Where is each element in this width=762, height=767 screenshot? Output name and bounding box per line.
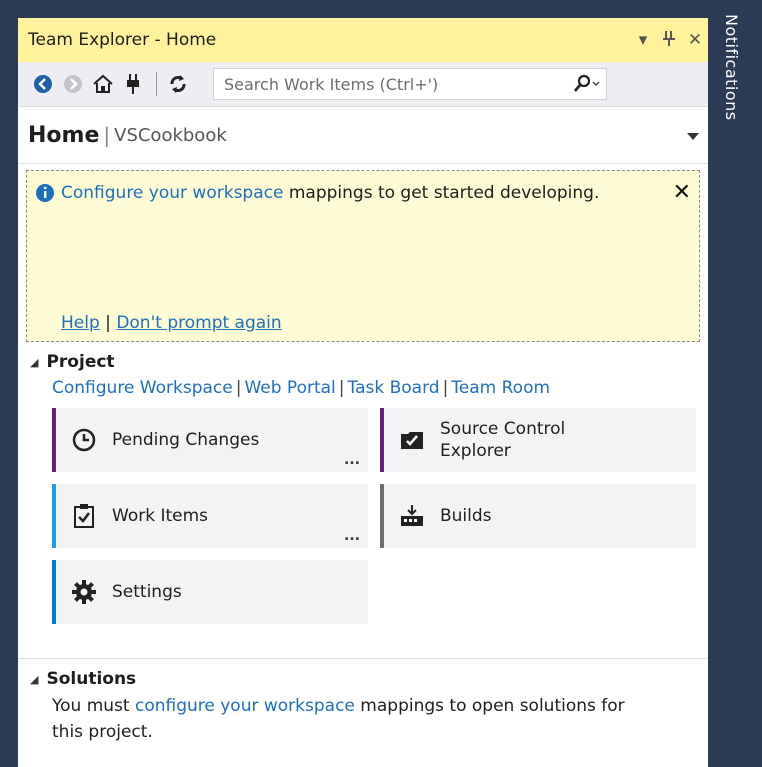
window-dropdown-icon[interactable]: ▾: [630, 30, 656, 50]
tile-label: Builds: [440, 506, 492, 526]
connect-plug-icon[interactable]: [120, 71, 146, 97]
close-icon[interactable]: ✕: [682, 30, 708, 50]
web-portal-link[interactable]: Web Portal: [244, 378, 335, 398]
tile-builds[interactable]: Builds: [380, 484, 696, 548]
project-heading: Project: [46, 352, 115, 372]
window-frame-top: [0, 0, 708, 18]
search-box: [213, 68, 607, 100]
notice-links: Help | Don't prompt again: [61, 309, 282, 337]
project-links: Configure Workspace | Web Portal | Task Boar…: [52, 378, 708, 398]
collapse-triangle-icon[interactable]: ◢: [30, 673, 38, 686]
notice-close-button[interactable]: ✕: [673, 179, 691, 207]
notifications-label: Notifications: [722, 14, 741, 121]
tile-source-control-explorer[interactable]: Source Control Explorer: [380, 408, 696, 472]
page-dropdown-icon[interactable]: [678, 126, 708, 145]
tile-label: Pending Changes: [112, 430, 260, 450]
solutions-heading: Solutions: [46, 669, 137, 689]
build-icon: [384, 504, 440, 528]
more-options-button[interactable]: ...: [344, 528, 360, 544]
tile-settings[interactable]: Settings: [52, 560, 368, 624]
toolbar-separator: [156, 72, 157, 96]
notice-link-separator: |: [105, 313, 111, 333]
link-separator: |: [235, 378, 242, 398]
configure-workspace-link[interactable]: Configure your workspace: [61, 183, 283, 203]
team-explorer-panel: Team Explorer - Home ▾ ✕ Ho: [18, 18, 708, 767]
title-separator: |: [103, 123, 111, 147]
page-header: Home | VSCookbook: [18, 107, 708, 164]
window-frame-left: [0, 0, 18, 767]
window-title: Team Explorer - Home: [28, 30, 217, 50]
refresh-icon[interactable]: [165, 71, 191, 97]
clock-icon: [56, 428, 112, 452]
home-icon[interactable]: [90, 71, 116, 97]
tile-label: Work Items: [112, 506, 209, 526]
page-title[interactable]: Home: [28, 123, 99, 148]
solutions-section-header[interactable]: ◢ Solutions: [30, 669, 708, 689]
team-room-link[interactable]: Team Room: [451, 378, 550, 398]
tile-work-items[interactable]: Work Items ...: [52, 484, 368, 548]
link-separator: |: [338, 378, 345, 398]
search-icon[interactable]: [568, 69, 606, 99]
link-separator: |: [442, 378, 449, 398]
configure-workspace-link-2[interactable]: Configure Workspace: [52, 378, 233, 398]
workspace-notice: ✕ Configure your workspace mappings to g…: [26, 170, 700, 342]
tile-label: Source Control Explorer: [440, 419, 566, 461]
collapse-triangle-icon[interactable]: ◢: [30, 356, 38, 369]
project-tiles: Pending Changes ... Source Control Explo…: [52, 408, 708, 624]
info-icon: [35, 183, 55, 212]
pin-icon[interactable]: [656, 30, 682, 51]
task-board-link[interactable]: Task Board: [348, 378, 440, 398]
configure-workspace-link-3[interactable]: configure your workspace: [135, 696, 355, 716]
project-section-header[interactable]: ◢ Project: [30, 352, 708, 372]
back-arrow-icon[interactable]: [30, 71, 56, 97]
tile-label: Settings: [112, 582, 182, 602]
search-input[interactable]: [214, 69, 568, 99]
forward-arrow-icon[interactable]: [60, 71, 86, 97]
toolbar: [18, 62, 708, 107]
source-control-icon: [384, 429, 440, 451]
title-bar: Team Explorer - Home ▾ ✕: [18, 18, 708, 62]
gear-icon: [56, 579, 112, 605]
clipboard-check-icon: [56, 503, 112, 529]
project-name: VSCookbook: [114, 124, 227, 146]
notice-message: mappings to get started developing.: [283, 183, 600, 203]
tile-pending-changes[interactable]: Pending Changes ...: [52, 408, 368, 472]
solutions-message: You must configure your workspace mappin…: [52, 693, 652, 745]
notifications-tab[interactable]: Notifications: [708, 0, 762, 767]
solutions-text-before: You must: [52, 696, 135, 716]
help-link[interactable]: Help: [61, 313, 100, 333]
dont-prompt-again-link[interactable]: Don't prompt again: [116, 313, 281, 333]
more-options-button[interactable]: ...: [344, 452, 360, 468]
section-divider: [18, 658, 708, 659]
